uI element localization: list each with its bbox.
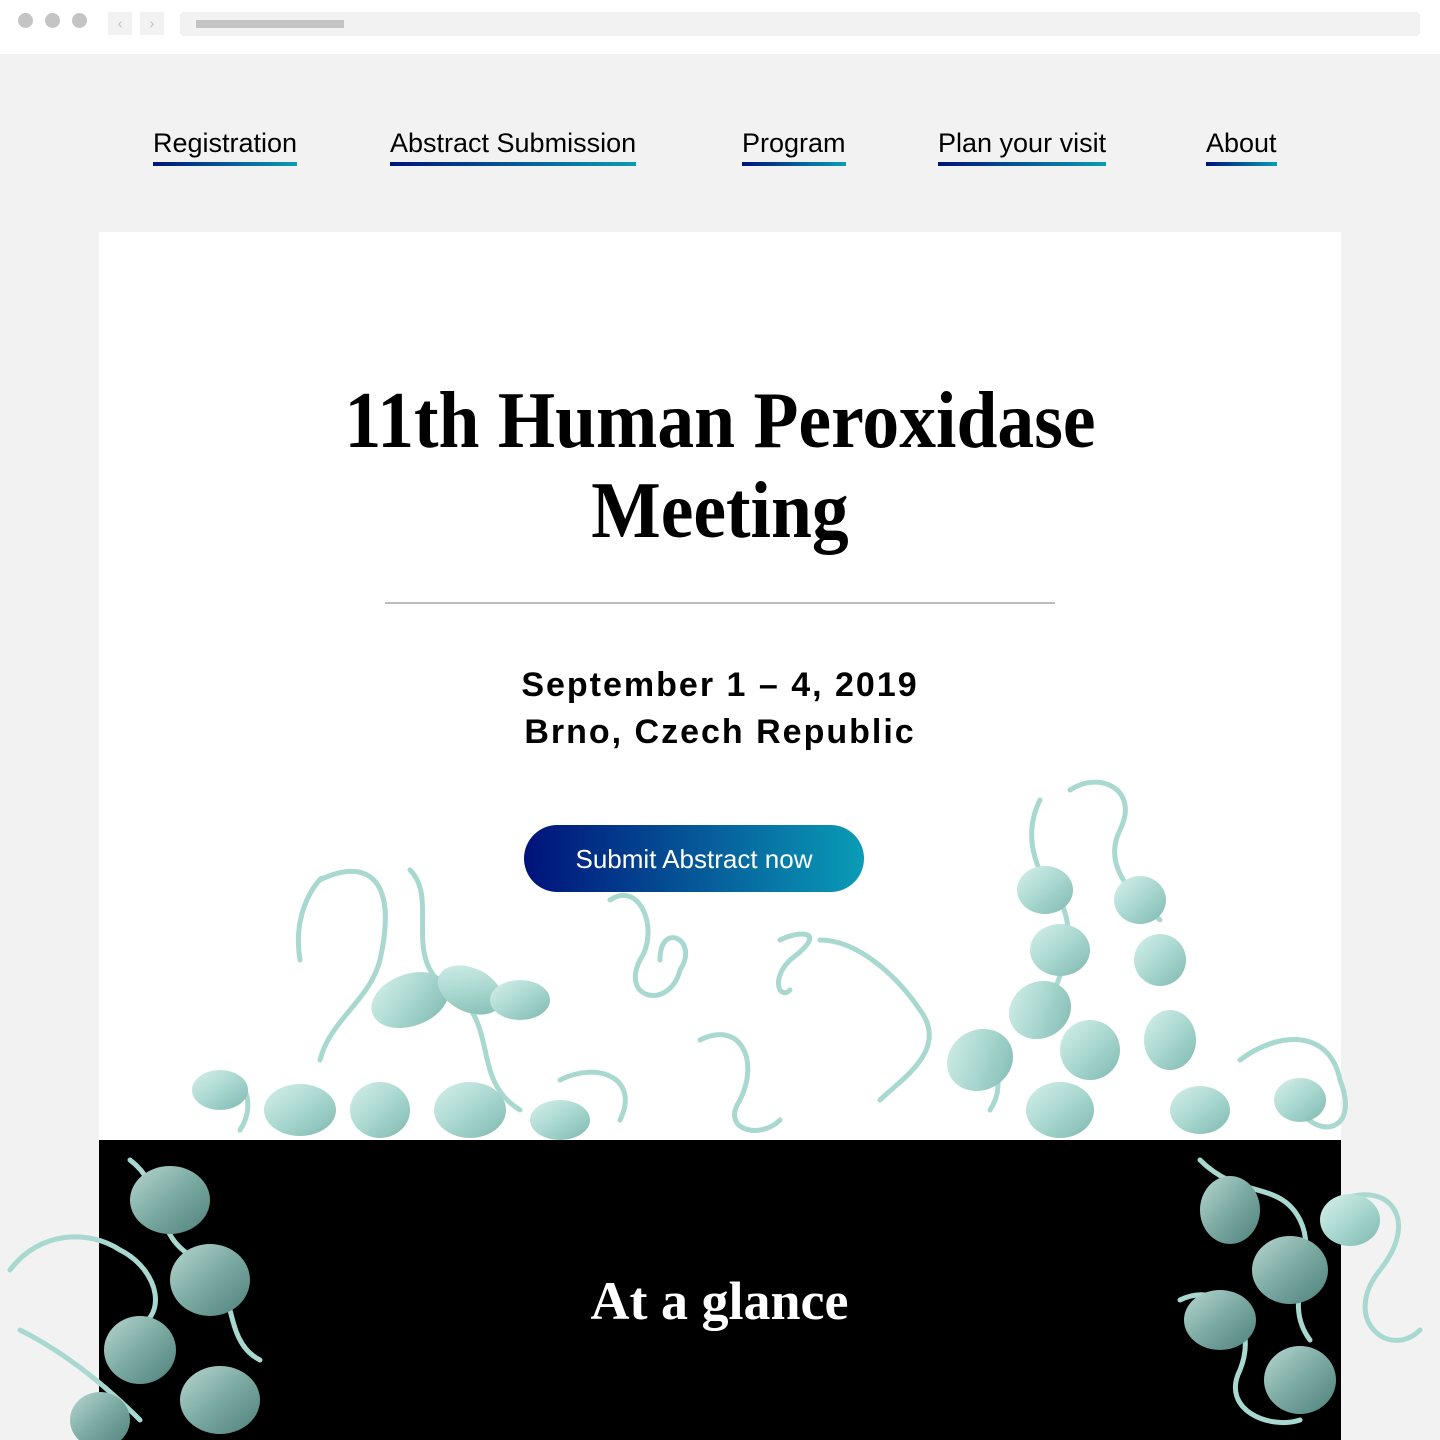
nav-abstract-submission-label: Abstract Submission (390, 128, 637, 158)
nav-plan-your-visit-label: Plan your visit (938, 128, 1107, 158)
nav-underline (153, 162, 298, 166)
nav-about[interactable]: About (1206, 128, 1277, 166)
browser-chrome: ‹ › (0, 0, 1440, 54)
title-line-2: Meeting (591, 467, 849, 555)
title-divider (385, 602, 1055, 604)
nav-abstract-submission[interactable]: Abstract Submission (390, 128, 637, 166)
top-navigation: Registration Abstract Submission Program… (0, 128, 1440, 168)
event-dates: September 1 – 4, 2019 (521, 666, 919, 704)
title-line-1: 11th Human Peroxidase (344, 377, 1096, 465)
event-info: September 1 – 4, 2019 Brno, Czech Republ… (127, 662, 1313, 756)
window-close-dot[interactable] (18, 13, 33, 28)
nav-underline (742, 162, 846, 166)
back-icon[interactable]: ‹ (108, 12, 132, 35)
at-a-glance-section: At a glance (271, 1140, 1168, 1440)
submit-abstract-button[interactable]: Submit Abstract now (524, 825, 864, 892)
nav-underline (938, 162, 1107, 166)
page-title: 11th Human Peroxidase Meeting (149, 376, 1292, 556)
nav-registration[interactable]: Registration (153, 128, 298, 166)
nav-underline (1206, 162, 1277, 166)
nav-plan-your-visit[interactable]: Plan your visit (938, 128, 1107, 166)
address-bar[interactable] (180, 12, 1420, 36)
nav-program-label: Program (742, 128, 846, 158)
forward-icon[interactable]: › (140, 12, 164, 35)
event-location: Brno, Czech Republic (524, 713, 916, 751)
window-minimize-dot[interactable] (45, 13, 60, 28)
nav-registration-label: Registration (153, 128, 298, 158)
nav-underline (390, 162, 637, 166)
address-placeholder (196, 20, 344, 28)
nav-program[interactable]: Program (742, 128, 846, 166)
window-maximize-dot[interactable] (72, 13, 87, 28)
nav-about-label: About (1206, 128, 1277, 158)
section-heading: At a glance (590, 1271, 849, 1331)
